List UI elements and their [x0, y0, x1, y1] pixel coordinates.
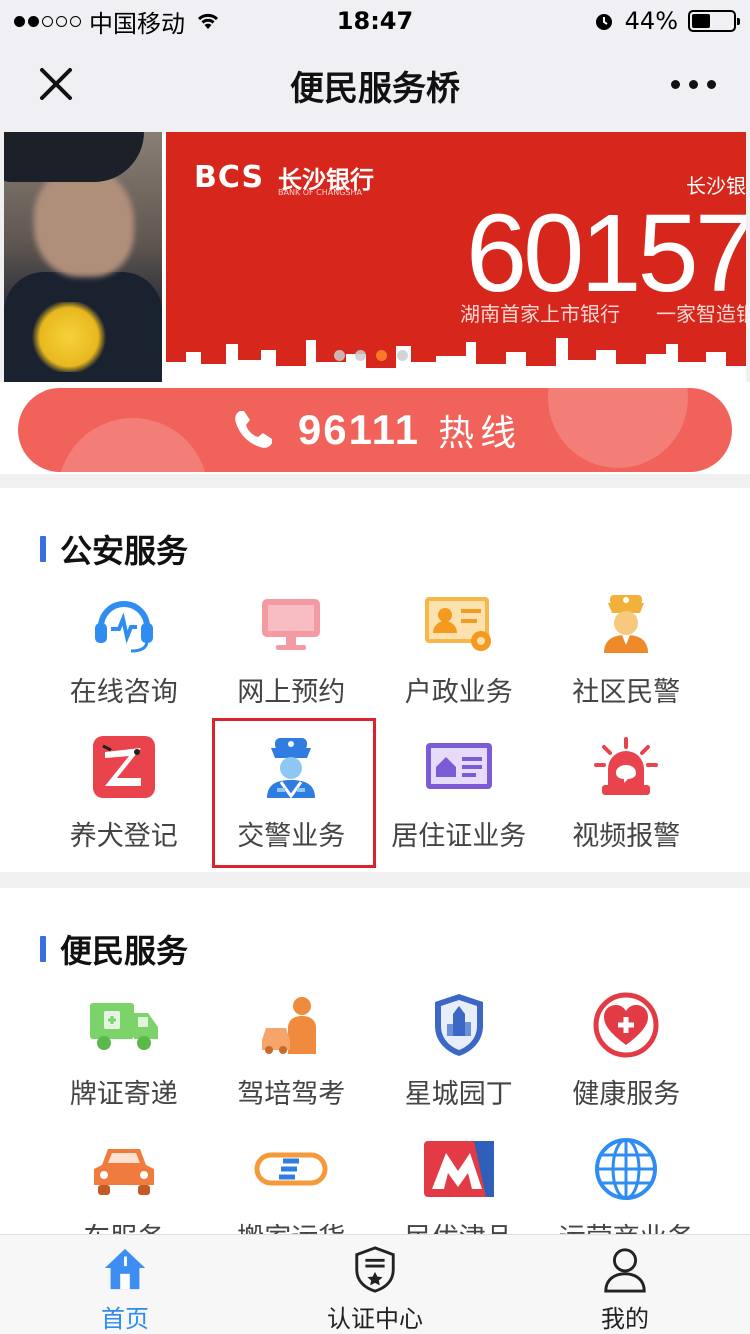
headset-icon: [86, 588, 162, 658]
hotline-number: 96111: [297, 406, 421, 453]
banner-photo: [4, 132, 162, 382]
carousel-dot: [334, 350, 345, 361]
page-title: 便民服务桥: [290, 68, 460, 109]
bank-name-en: BANK OF CHANGSHA: [278, 188, 362, 197]
traffic-police-icon: [253, 732, 329, 802]
service-label: 牌证寄递: [69, 1079, 178, 1110]
more-menu-icon[interactable]: [671, 80, 716, 89]
service-label: 运营商业务: [559, 1216, 694, 1234]
residence-card-icon: [421, 732, 497, 802]
service-video-alarm[interactable]: 视频报警: [543, 728, 711, 872]
wifi-icon: [197, 13, 219, 29]
nav-bar: 便民服务桥: [0, 42, 750, 128]
bank-advertisement: BCS 长沙银行 BANK OF CHANGSHA 长沙银 60157 湖南首家…: [166, 132, 746, 382]
user-icon: [604, 1248, 646, 1293]
section-title: 公安服务: [60, 532, 189, 570]
tab-auth-center[interactable]: 认证中心: [250, 1235, 500, 1334]
carousel-dot-active: [376, 350, 387, 361]
dog-icon: [86, 732, 162, 802]
monitor-icon: [253, 588, 329, 658]
id-card-icon: [421, 588, 497, 658]
service-dog-registration[interactable]: 养犬登记: [40, 728, 208, 872]
service-label: 健康服务: [572, 1079, 681, 1110]
signal-strength-icon: [14, 15, 81, 27]
service-driving-school[interactable]: 驾培驾考: [208, 986, 376, 1130]
service-label: 居住证业务: [391, 821, 527, 852]
car-icon: [86, 1134, 162, 1204]
service-label: 视频报警: [572, 821, 681, 852]
heart-health-icon: [588, 990, 664, 1060]
service-mall[interactable]: 民优津品: [375, 1130, 543, 1234]
hotline-area: 96111 热线: [0, 382, 750, 474]
service-online-appointment[interactable]: 网上预约: [208, 584, 376, 728]
service-star-city-gardener[interactable]: 星城园丁: [375, 986, 543, 1130]
service-residence-permit[interactable]: 居住证业务: [375, 728, 543, 872]
service-label: 户政业务: [404, 677, 513, 708]
service-household-registration[interactable]: 户政业务: [375, 584, 543, 728]
service-label: 网上预约: [237, 677, 346, 708]
banner-carousel[interactable]: BCS 长沙银行 BANK OF CHANGSHA 长沙银 60157 湖南首家…: [4, 132, 746, 382]
alarm-siren-icon: [588, 732, 664, 802]
convenience-services-grid: 牌证寄递 驾培驾考 星城园丁 健康服务 车服务: [0, 986, 750, 1234]
service-moving[interactable]: 搬家运货: [208, 1130, 376, 1234]
shield-star-icon: [355, 1246, 395, 1293]
hotline-label: 热线: [438, 413, 523, 454]
service-carrier-business[interactable]: 运营商业务: [543, 1130, 711, 1234]
section-title: 便民服务: [60, 932, 189, 970]
home-icon: [104, 1248, 146, 1290]
tab-label: 我的: [601, 1305, 649, 1333]
carousel-indicator: [334, 350, 408, 361]
tab-label: 认证中心: [327, 1305, 423, 1333]
heading-accent-bar: [40, 536, 46, 562]
phone-icon: [235, 411, 272, 448]
tab-home[interactable]: 首页: [0, 1235, 250, 1334]
shield-badge-icon: [421, 990, 497, 1060]
section-heading: 公安服务: [40, 526, 188, 572]
service-label: 搬家运货: [237, 1216, 345, 1234]
city-skyline-graphic: [166, 338, 746, 382]
service-online-consult[interactable]: 在线咨询: [40, 584, 208, 728]
service-community-police[interactable]: 社区民警: [543, 584, 711, 728]
service-traffic-police[interactable]: 交警业务: [208, 718, 375, 872]
globe-icon: [588, 1134, 664, 1204]
delivery-truck-icon: [86, 990, 162, 1060]
alarm-clock-icon: [595, 14, 612, 30]
service-label: 车服务: [83, 1216, 164, 1234]
service-label: 交警业务: [237, 821, 346, 852]
carousel-dot: [355, 350, 366, 361]
banner-slogan-1: 湖南首家上市银行: [460, 302, 620, 326]
service-label: 养犬登记: [69, 821, 178, 852]
bottom-tab-bar: 首页 认证中心 我的: [0, 1234, 750, 1334]
carrier-name: 中国移动: [89, 9, 185, 38]
carousel-dot: [397, 350, 408, 361]
police-services-grid: 在线咨询 网上预约 户政业务 社区民警 养犬登记 交警业务 居住证业务 视频报警: [0, 584, 750, 872]
service-label: 社区民警: [572, 677, 681, 708]
battery-percent: 44%: [624, 7, 678, 35]
battery-icon: [688, 10, 740, 32]
hotline-button[interactable]: 96111 热线: [18, 388, 732, 472]
service-label: 星城园丁: [404, 1079, 513, 1110]
mall-icon: [421, 1134, 497, 1204]
driving-school-icon: [253, 990, 329, 1060]
moving-icon: [253, 1134, 329, 1204]
service-label: 驾培驾考: [237, 1079, 346, 1110]
police-officer-icon: [588, 588, 664, 658]
bank-logo-text: BCS: [194, 160, 265, 195]
police-services-section: 公安服务 在线咨询 网上预约 户政业务 社区民警 养犬登记 交警业务 居住证业务…: [0, 488, 750, 872]
status-bar: 中国移动 18:47 44%: [0, 0, 750, 42]
service-car[interactable]: 车服务: [40, 1130, 208, 1234]
section-heading: 便民服务: [40, 926, 188, 972]
tab-label: 首页: [101, 1305, 149, 1333]
close-icon[interactable]: [36, 64, 76, 104]
service-label: 民优津品: [405, 1216, 513, 1234]
service-health[interactable]: 健康服务: [543, 986, 711, 1130]
service-label: 在线咨询: [69, 677, 178, 708]
service-license-delivery[interactable]: 牌证寄递: [40, 986, 208, 1130]
heading-accent-bar: [40, 936, 46, 962]
tab-profile[interactable]: 我的: [500, 1235, 750, 1334]
convenience-services-section: 便民服务 牌证寄递 驾培驾考 星城园丁 健康服务: [0, 888, 750, 1234]
banner-slogan-2: 一家智造银: [656, 302, 746, 326]
